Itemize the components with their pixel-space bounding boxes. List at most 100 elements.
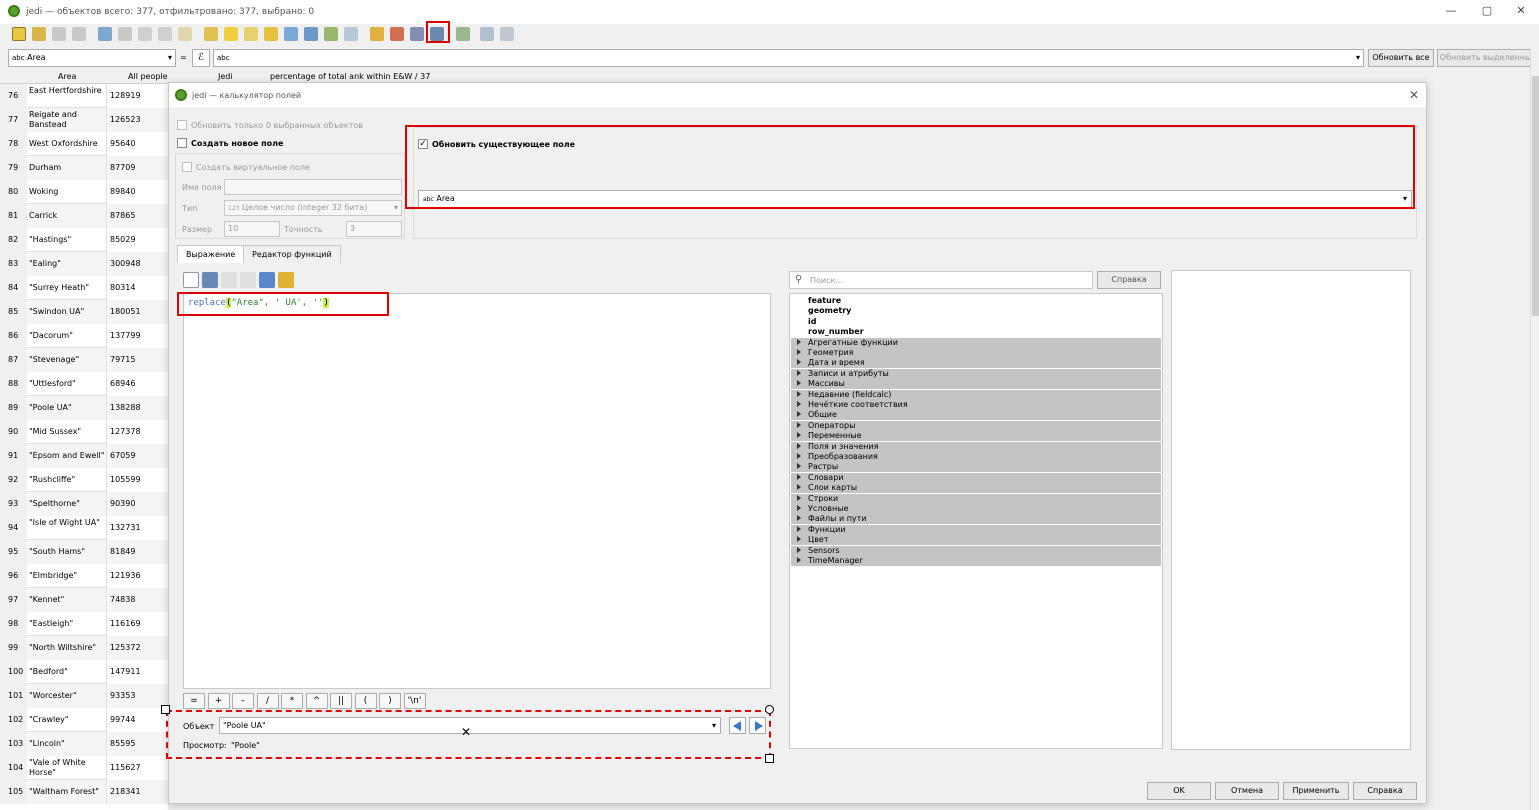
table-row[interactable]: 77 Reigate and Banstead 126523 [0, 108, 168, 132]
cell-area[interactable]: "Surrey Heath" [27, 276, 107, 300]
tab-function-editor[interactable]: Редактор функций [243, 245, 341, 263]
row-number[interactable]: 91 [0, 444, 27, 468]
table-row[interactable]: 84 "Surrey Heath" 80314 [0, 276, 168, 300]
expand-arrow-icon[interactable] [797, 453, 801, 459]
precision-spinbox[interactable]: 3 [346, 221, 402, 237]
cell-area[interactable]: Carrick [27, 204, 107, 228]
toggle-editing-icon[interactable] [12, 27, 26, 41]
expand-arrow-icon[interactable] [797, 536, 801, 543]
function-group[interactable] [791, 493, 1161, 504]
save-edits-icon[interactable] [52, 27, 66, 41]
maximize-button[interactable]: ▢ [1472, 4, 1502, 20]
function-group[interactable] [791, 524, 1161, 535]
cell-area[interactable]: "Vale of White Horse" [27, 756, 107, 780]
expand-arrow-icon[interactable] [797, 442, 801, 449]
cell-area[interactable]: "Bedford" [27, 660, 107, 684]
row-number[interactable]: 101 [0, 684, 27, 708]
cell-all-people[interactable]: 128919 [108, 84, 168, 108]
row-number[interactable]: 92 [0, 468, 27, 492]
cell-area[interactable]: "Crawley" [27, 708, 107, 732]
cell-area[interactable]: "Rushcliffe" [27, 468, 107, 492]
table-row[interactable]: 78 West Oxfordshire 95640 [0, 132, 168, 156]
cell-all-people[interactable]: 218341 [108, 780, 168, 804]
cell-area[interactable]: "Eastleigh" [27, 612, 107, 636]
row-number[interactable]: 104 [0, 756, 27, 780]
row-number[interactable]: 81 [0, 204, 27, 228]
expand-arrow-icon[interactable] [797, 359, 801, 366]
cell-area[interactable]: "South Hams" [27, 540, 107, 564]
expression-epsilon-button[interactable]: ℰ [192, 49, 210, 67]
cell-all-people[interactable]: 67059 [108, 444, 168, 468]
expand-arrow-icon[interactable] [797, 390, 801, 397]
cell-area[interactable]: "Ealing" [27, 252, 107, 276]
cell-all-people[interactable]: 90390 [108, 492, 168, 516]
cell-area[interactable]: "Isle of Wight UA" [27, 516, 107, 540]
function-group[interactable] [791, 545, 1161, 556]
delete-feature-icon[interactable] [118, 27, 132, 41]
operator-button[interactable]: || [330, 693, 352, 709]
cell-all-people[interactable]: 147911 [108, 660, 168, 684]
cell-area[interactable]: "Worcester" [27, 684, 107, 708]
search-help-button[interactable]: Справка [1097, 271, 1161, 289]
help-button[interactable]: Справка [1353, 782, 1417, 800]
table-row[interactable]: 91 "Epsom and Ewell" 67059 [0, 444, 168, 468]
new-field-icon[interactable] [370, 27, 384, 41]
cell-area[interactable]: "Poole UA" [27, 396, 107, 420]
scrollbar-thumb[interactable] [1532, 76, 1539, 316]
table-row[interactable]: 92 "Rushcliffe" 105599 [0, 468, 168, 492]
invert-selection-icon[interactable] [244, 27, 258, 41]
row-number[interactable]: 80 [0, 180, 27, 204]
column-header-area[interactable]: Area [58, 72, 76, 81]
paste-icon[interactable] [178, 27, 192, 41]
function-group[interactable] [791, 535, 1161, 546]
expression-editor[interactable]: replace("Area", ' UA', '') [183, 293, 771, 689]
function-group[interactable] [791, 472, 1161, 483]
expand-arrow-icon[interactable] [797, 380, 801, 387]
table-row[interactable]: 90 "Mid Sussex" 127378 [0, 420, 168, 444]
table-row[interactable]: 88 "Uttlesford" 68946 [0, 372, 168, 396]
expand-arrow-icon[interactable] [797, 349, 801, 355]
cell-area[interactable]: "Kennet" [27, 588, 107, 612]
column-header-all-people[interactable]: All people [128, 72, 168, 81]
table-row[interactable]: 79 Durham 87709 [0, 156, 168, 180]
row-number[interactable]: 78 [0, 132, 27, 156]
expand-arrow-icon[interactable] [797, 369, 801, 376]
table-row[interactable]: 96 "Elmbridge" 121936 [0, 564, 168, 588]
operator-button[interactable]: + [207, 693, 230, 709]
add-feature-icon[interactable] [98, 27, 112, 41]
table-row[interactable]: 95 "South Hams" 81849 [0, 540, 168, 564]
expand-arrow-icon[interactable] [797, 473, 801, 480]
cell-area[interactable]: East Hertfordshire [27, 84, 107, 108]
table-row[interactable]: 98 "Eastleigh" 116169 [0, 612, 168, 636]
row-number[interactable]: 100 [0, 660, 27, 684]
create-virtual-checkbox[interactable] [182, 162, 192, 172]
cut-icon[interactable] [138, 27, 152, 41]
row-number[interactable]: 86 [0, 324, 27, 348]
cell-all-people[interactable]: 105599 [108, 468, 168, 492]
expand-arrow-icon[interactable] [797, 411, 801, 418]
field-item[interactable]: geometry [808, 306, 851, 316]
row-number[interactable]: 94 [0, 516, 27, 540]
organize-columns-icon[interactable] [410, 27, 424, 41]
cell-area[interactable]: "Dacorum" [27, 324, 107, 348]
function-group[interactable] [791, 462, 1161, 473]
expand-arrow-icon[interactable] [797, 494, 801, 501]
operator-button[interactable]: ^ [305, 693, 328, 709]
cell-all-people[interactable]: 121936 [108, 564, 168, 588]
tab-expression[interactable]: Выражение [177, 245, 245, 263]
function-group[interactable] [791, 410, 1161, 421]
cell-area[interactable]: Durham [27, 156, 107, 180]
filter-icon[interactable] [284, 27, 298, 41]
row-number[interactable]: 105 [0, 780, 27, 804]
table-row[interactable]: 81 Carrick 87865 [0, 204, 168, 228]
resize-handle[interactable] [765, 754, 774, 763]
table-row[interactable]: 105 "Waltham Forest" 218341 [0, 780, 168, 804]
row-number[interactable]: 88 [0, 372, 27, 396]
row-number[interactable]: 93 [0, 492, 27, 516]
row-number[interactable]: 96 [0, 564, 27, 588]
cell-all-people[interactable]: 93353 [108, 684, 168, 708]
cell-area[interactable]: "Swindon UA" [27, 300, 107, 324]
operator-button[interactable]: '\n' [403, 693, 426, 709]
zoom-to-selection-icon[interactable] [344, 27, 358, 41]
cell-area[interactable]: "Mid Sussex" [27, 420, 107, 444]
